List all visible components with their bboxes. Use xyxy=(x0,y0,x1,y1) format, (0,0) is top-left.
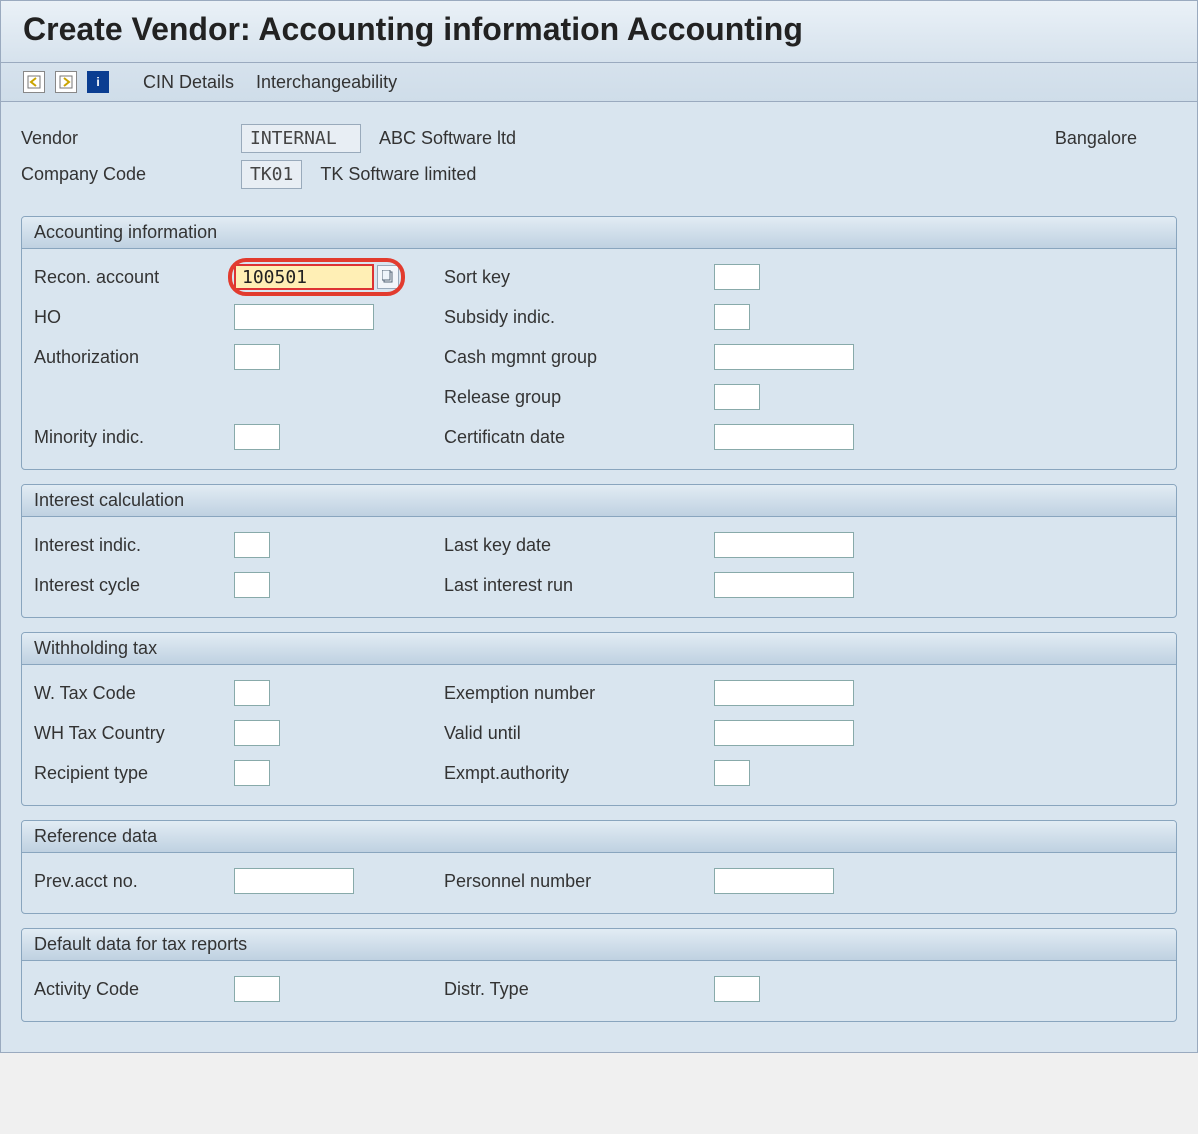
cin-details-button[interactable]: CIN Details xyxy=(137,72,240,93)
group-reference: Reference data Prev.acct no. Personnel n… xyxy=(21,820,1177,914)
vendor-value: INTERNAL xyxy=(241,124,361,153)
ho-label: HO xyxy=(34,307,234,328)
valid-until-input[interactable] xyxy=(714,720,854,746)
subsidy-indic-label: Subsidy indic. xyxy=(444,307,714,328)
group-withholding: Withholding tax W. Tax Code Exemption nu… xyxy=(21,632,1177,806)
subsidy-indic-input[interactable] xyxy=(714,304,750,330)
group-title-interest: Interest calculation xyxy=(22,485,1176,517)
activity-code-label: Activity Code xyxy=(34,979,234,1000)
w-tax-code-label: W. Tax Code xyxy=(34,683,234,704)
content: Vendor INTERNAL ABC Software ltd Bangalo… xyxy=(1,102,1197,1052)
prev-acct-no-input[interactable] xyxy=(234,868,354,894)
last-interest-run-label: Last interest run xyxy=(444,575,714,596)
ho-input[interactable] xyxy=(234,304,374,330)
interest-indic-input[interactable] xyxy=(234,532,270,558)
valid-until-label: Valid until xyxy=(444,723,714,744)
personnel-number-input[interactable] xyxy=(714,868,834,894)
recipient-type-input[interactable] xyxy=(234,760,270,786)
authorization-input[interactable] xyxy=(234,344,280,370)
release-group-label: Release group xyxy=(444,387,714,408)
prev-acct-no-label: Prev.acct no. xyxy=(34,871,234,892)
group-title-accounting: Accounting information xyxy=(22,217,1176,249)
recipient-type-label: Recipient type xyxy=(34,763,234,784)
toolbar: i CIN Details Interchangeability xyxy=(1,63,1197,102)
recon-account-input[interactable] xyxy=(234,264,374,290)
interchangeability-button[interactable]: Interchangeability xyxy=(250,72,403,93)
interest-cycle-label: Interest cycle xyxy=(34,575,234,596)
company-code-label: Company Code xyxy=(21,164,241,185)
vendor-desc: ABC Software ltd xyxy=(379,128,516,149)
distr-type-label: Distr. Type xyxy=(444,979,714,1000)
company-code-desc: TK Software limited xyxy=(320,164,476,185)
group-title-default-tax: Default data for tax reports xyxy=(22,929,1176,961)
header-fields: Vendor INTERNAL ABC Software ltd Bangalo… xyxy=(11,116,1187,208)
title-bar: Create Vendor: Accounting information Ac… xyxy=(1,1,1197,63)
svg-text:i: i xyxy=(96,75,99,89)
nav-prev-icon[interactable] xyxy=(23,71,45,93)
info-icon[interactable]: i xyxy=(87,71,109,93)
activity-code-input[interactable] xyxy=(234,976,280,1002)
minority-indic-label: Minority indic. xyxy=(34,427,234,448)
exmpt-authority-input[interactable] xyxy=(714,760,750,786)
group-interest: Interest calculation Interest indic. Las… xyxy=(21,484,1177,618)
group-title-reference: Reference data xyxy=(22,821,1176,853)
release-group-input[interactable] xyxy=(714,384,760,410)
wh-tax-country-label: WH Tax Country xyxy=(34,723,234,744)
nav-next-icon[interactable] xyxy=(55,71,77,93)
group-accounting: Accounting information Recon. account xyxy=(21,216,1177,470)
vendor-label: Vendor xyxy=(21,128,241,149)
certificatn-date-input[interactable] xyxy=(714,424,854,450)
cash-mgmnt-group-input[interactable] xyxy=(714,344,854,370)
interest-cycle-input[interactable] xyxy=(234,572,270,598)
last-key-date-input[interactable] xyxy=(714,532,854,558)
vendor-city: Bangalore xyxy=(1055,128,1137,149)
sort-key-input[interactable] xyxy=(714,264,760,290)
recon-account-highlight xyxy=(234,264,399,290)
cash-mgmnt-group-label: Cash mgmnt group xyxy=(444,347,714,368)
distr-type-input[interactable] xyxy=(714,976,760,1002)
exmpt-authority-label: Exmpt.authority xyxy=(444,763,714,784)
last-key-date-label: Last key date xyxy=(444,535,714,556)
company-code-value: TK01 xyxy=(241,160,302,189)
minority-indic-input[interactable] xyxy=(234,424,280,450)
exemption-number-input[interactable] xyxy=(714,680,854,706)
personnel-number-label: Personnel number xyxy=(444,871,714,892)
recon-account-label: Recon. account xyxy=(34,267,234,288)
page-title: Create Vendor: Accounting information Ac… xyxy=(23,11,1175,48)
wh-tax-country-input[interactable] xyxy=(234,720,280,746)
w-tax-code-input[interactable] xyxy=(234,680,270,706)
certificatn-date-label: Certificatn date xyxy=(444,427,714,448)
exemption-number-label: Exemption number xyxy=(444,683,714,704)
authorization-label: Authorization xyxy=(34,347,234,368)
window: Create Vendor: Accounting information Ac… xyxy=(0,0,1198,1053)
sort-key-label: Sort key xyxy=(444,267,714,288)
interest-indic-label: Interest indic. xyxy=(34,535,234,556)
recon-account-search-help-icon[interactable] xyxy=(377,265,399,289)
group-default-tax: Default data for tax reports Activity Co… xyxy=(21,928,1177,1022)
last-interest-run-input[interactable] xyxy=(714,572,854,598)
group-title-withholding: Withholding tax xyxy=(22,633,1176,665)
